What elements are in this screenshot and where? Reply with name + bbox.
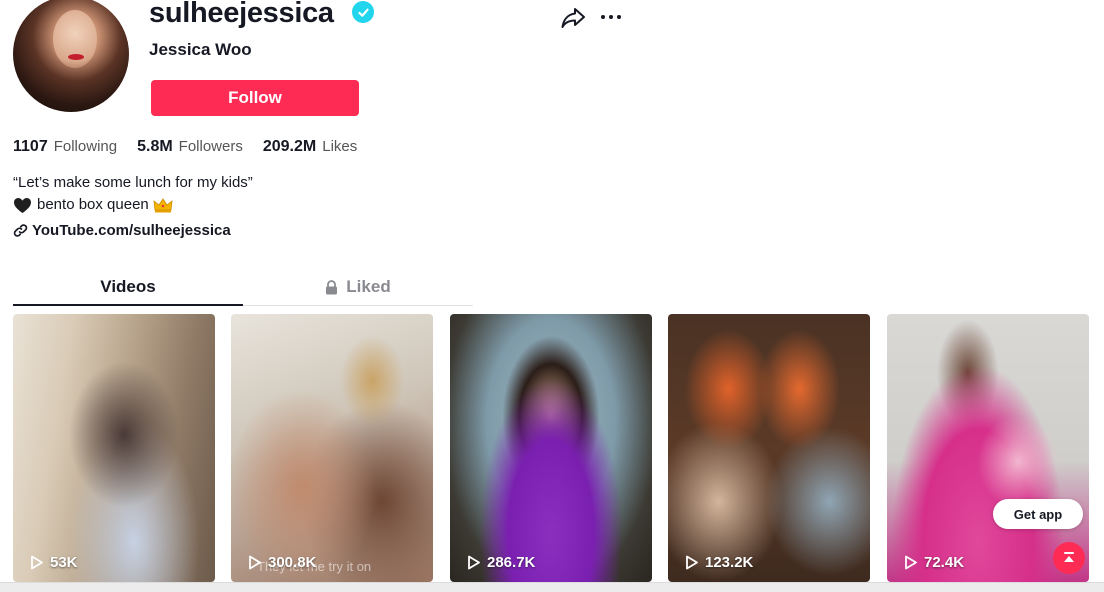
video-views-count: 286.7K [487,554,536,571]
back-to-top-button[interactable] [1053,542,1085,574]
black-heart-icon [14,197,31,213]
more-options-icon[interactable] [601,8,625,26]
video-views: 72.4K [904,554,964,571]
following-label: Following [53,138,118,155]
profile-username: sulheejessica [149,0,334,29]
share-icon[interactable] [560,6,586,30]
following-count: 1107 [13,138,48,155]
profile-tabs: Videos Liked [13,269,473,306]
video-views-count: 300.8K [268,554,317,571]
tab-videos[interactable]: Videos [13,269,243,306]
profile-link[interactable]: YouTube.com/sulheejessica [13,222,231,239]
verified-badge-icon [352,1,374,23]
video-card[interactable]: 53K [13,314,215,582]
likes-count: 209.2M [262,138,317,155]
profile-nickname: Jessica Woo [149,40,252,59]
video-views: 300.8K [248,554,316,571]
video-views: 286.7K [467,554,535,571]
followers-count: 5.8M [137,138,173,155]
video-views-count: 72.4K [924,554,965,571]
arrow-up-icon [1064,552,1074,562]
profile-link-text: YouTube.com/sulheejessica [32,222,231,239]
get-app-button[interactable]: Get app [993,499,1083,529]
stat-followers[interactable]: 5.8M Followers [137,137,243,157]
crown-icon [153,198,173,213]
video-card[interactable]: 286.7K [450,314,652,582]
stat-likes: 209.2M Likes [263,137,357,157]
lock-icon [326,279,338,294]
profile-stats: 1107 Following 5.8M Followers 209.2M Lik… [13,137,377,157]
bio-line-1: “Let’s make some lunch for my kids” [13,174,253,191]
stat-following[interactable]: 1107 Following [13,137,117,157]
bottom-bar [0,582,1104,592]
play-icon [468,555,480,570]
video-card[interactable]: 72.4K [887,314,1089,582]
link-icon [13,224,28,237]
tab-liked-label: Liked [346,277,391,296]
profile-avatar[interactable] [13,0,129,112]
avatar-lips [68,54,84,60]
bio-line-2: bento box queen [13,194,253,216]
followers-label: Followers [178,138,243,155]
video-card[interactable]: 123.2K [668,314,870,582]
tab-videos-label: Videos [100,276,156,296]
bio-line-2-text: bento box queen [37,196,149,213]
play-icon [905,555,917,570]
video-views: 123.2K [685,554,753,571]
video-card[interactable]: They let me try it on 300.8K [231,314,433,582]
likes-label: Likes [322,138,358,155]
video-views-count: 123.2K [705,554,754,571]
play-icon [686,555,698,570]
video-views-count: 53K [50,554,78,571]
follow-button[interactable]: Follow [151,80,359,116]
play-icon [249,555,261,570]
play-icon [31,555,43,570]
video-views: 53K [30,554,78,571]
profile-bio: “Let’s make some lunch for my kids” bent… [13,172,253,216]
tab-liked[interactable]: Liked [243,269,473,305]
